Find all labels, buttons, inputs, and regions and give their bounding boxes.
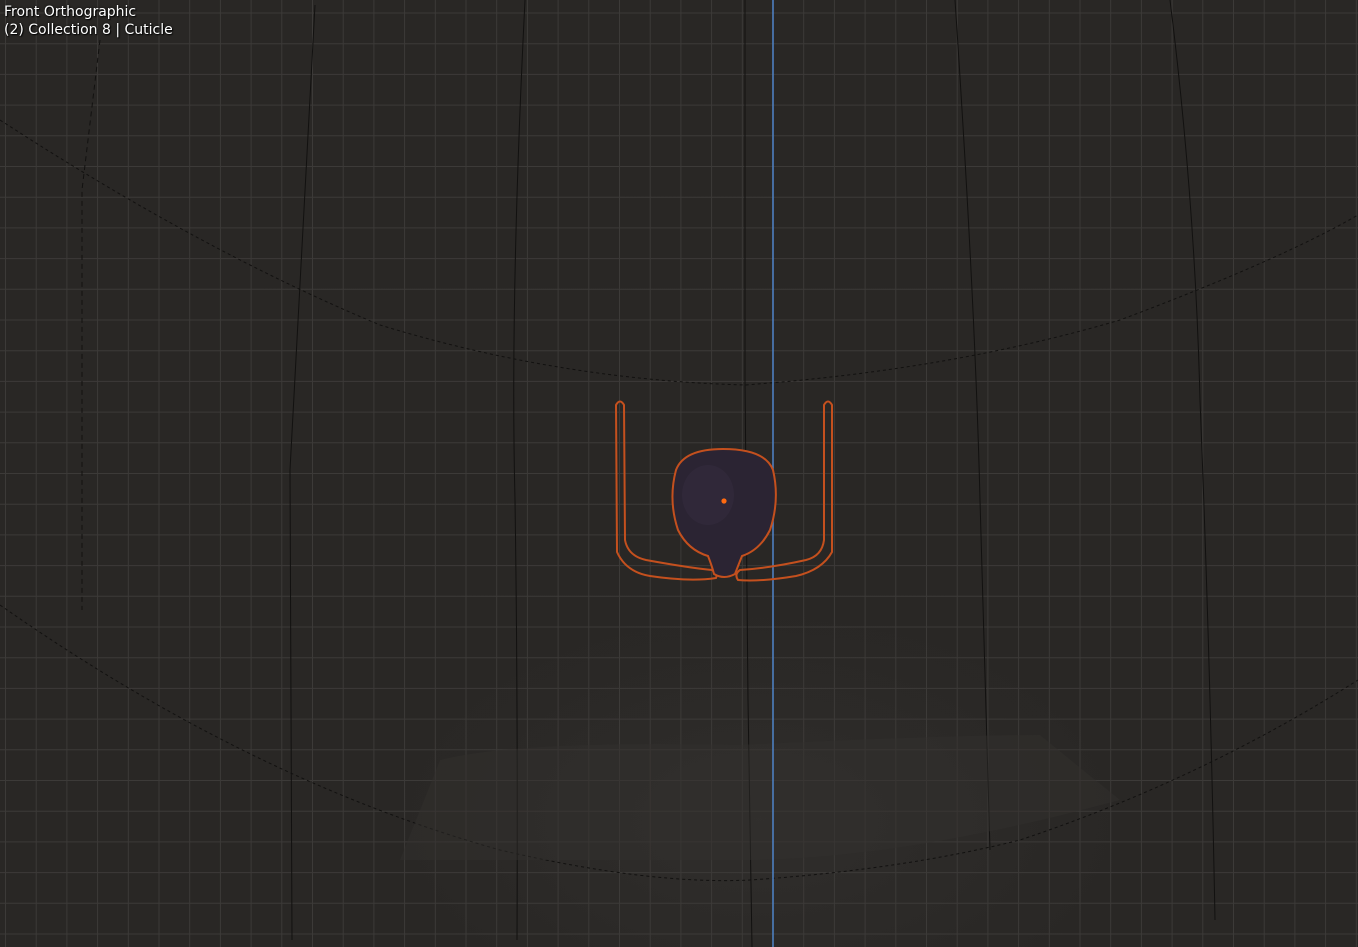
selected-object-cuticle[interactable] [614,400,833,582]
collection-object-label: (2) Collection 8 | Cuticle [4,22,173,38]
lower-silhouette [400,735,1120,860]
cuticle-shading [682,465,734,525]
viewport-canvas[interactable] [0,0,1358,947]
3d-viewport[interactable]: Front Orthographic (2) Collection 8 | Cu… [0,0,1358,947]
origin-dot-icon[interactable] [721,498,727,504]
view-name-label: Front Orthographic [4,4,137,20]
